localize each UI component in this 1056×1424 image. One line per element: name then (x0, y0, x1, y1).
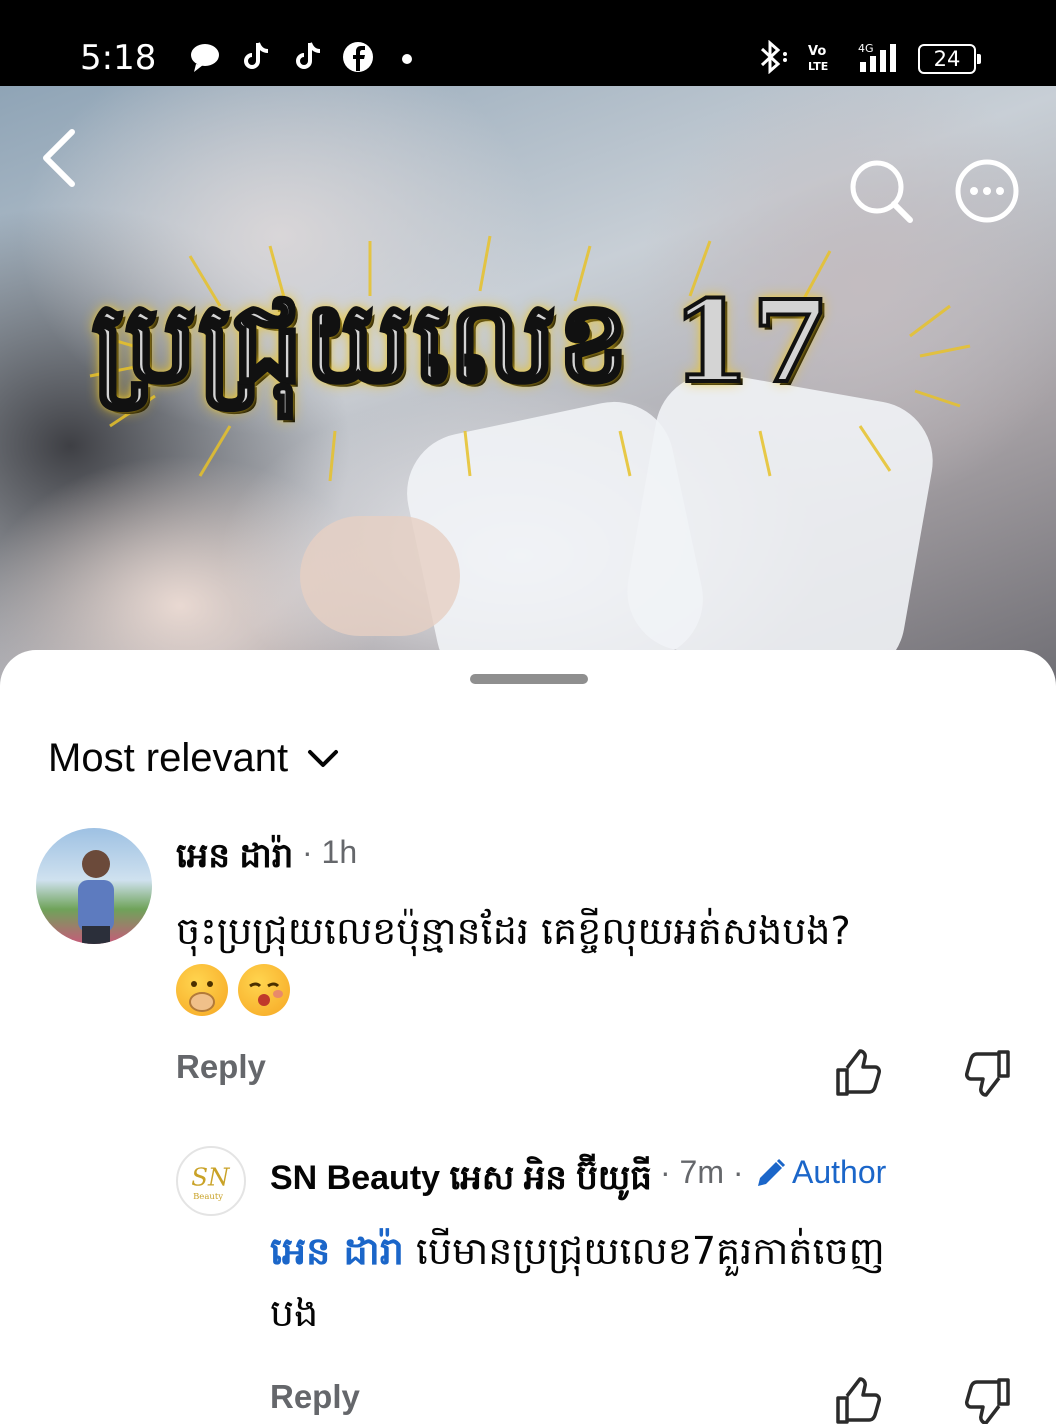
mention-link[interactable]: អេន ដារ៉ា (270, 1229, 404, 1273)
author-label: Author (792, 1154, 887, 1190)
skin-shape (300, 516, 460, 636)
search-button[interactable] (848, 158, 914, 224)
more-options-button[interactable] (954, 158, 1020, 224)
comment-emoji-row (176, 964, 296, 1016)
thumbs-up-icon[interactable] (834, 1376, 884, 1424)
status-time: 5:18 (80, 38, 157, 78)
chat-bubble-icon (191, 44, 219, 72)
comment-text-line: បើមានប្រជ្រុយលេខ7គួរកាត់ចេញ (403, 1229, 885, 1273)
person-silhouette-icon (78, 850, 114, 944)
reply-button[interactable]: Reply (270, 1378, 360, 1416)
thumbs-down-icon[interactable] (962, 1048, 1012, 1098)
svg-text:Vo: Vo (808, 44, 826, 59)
notification-dot (402, 54, 412, 64)
status-bar: 5:18 Vo LTE 4G 24 (0, 0, 1056, 86)
back-button[interactable] (36, 126, 80, 190)
comment-author-name[interactable]: SN Beauty អេស អិន ប៊ីយូធី (270, 1156, 652, 1206)
tiktok-icon (296, 42, 321, 69)
avatar[interactable] (36, 828, 152, 944)
sn-beauty-logo: SN Beauty (191, 1163, 231, 1201)
pencil-icon (758, 1158, 786, 1186)
comment-text-line: បង (270, 1291, 319, 1335)
author-badge: Author (754, 1154, 886, 1191)
video-title-overlay: ប្រជ្រុយលេខ 17 (90, 275, 832, 410)
comment-text: អេន ដារ៉ា បើមានប្រជ្រុយលេខ7គួរកាត់ចេញ បង (270, 1220, 1030, 1344)
svg-text:SN: SN (191, 1163, 231, 1192)
facebook-icon (343, 42, 373, 72)
face-with-hand-over-mouth-emoji (176, 964, 228, 1016)
network-label: 4G (858, 42, 874, 55)
battery-indicator: 24 (918, 44, 981, 74)
drooling-face-emoji (238, 964, 291, 1016)
video-thumbnail[interactable]: ប្រជ្រុយលេខ 17 (0, 86, 1056, 686)
tiktok-icon (244, 42, 269, 69)
avatar[interactable]: SN Beauty (176, 1146, 246, 1216)
thumbs-up-icon[interactable] (834, 1048, 884, 1098)
svg-text:LTE: LTE (808, 60, 828, 73)
sort-label: Most relevant (48, 736, 289, 780)
thumbs-down-icon[interactable] (962, 1376, 1012, 1424)
chevron-down-icon (308, 749, 339, 767)
comment-text: ចុះប្រជ្រុយលេខប៉ុន្មានដែរ គេខ្ចីលុយអត់សង… (176, 900, 1016, 962)
comment-timestamp: · 1h (302, 834, 358, 870)
comments-sheet: Most relevant អេន ដារ៉ា · 1h ចុះប្រជ្រុយ… (0, 650, 1056, 1424)
sheet-drag-handle[interactable] (470, 674, 588, 684)
comment-timestamp: · 7m · (660, 1154, 744, 1190)
sort-dropdown[interactable]: Most relevant (48, 736, 340, 781)
signal-4g-icon: 4G (858, 42, 896, 72)
comment-author-name[interactable]: អេន ដារ៉ា (176, 834, 293, 884)
comment-text-line: ចុះប្រជ្រុយលេខប៉ុន្មានដែរ គេខ្ចីលុយអត់សង… (176, 909, 851, 953)
volte-icon: VoLTE (808, 44, 828, 73)
reply-button[interactable]: Reply (176, 1048, 266, 1086)
bluetooth-icon (760, 40, 787, 74)
svg-text:Beauty: Beauty (193, 1191, 223, 1201)
